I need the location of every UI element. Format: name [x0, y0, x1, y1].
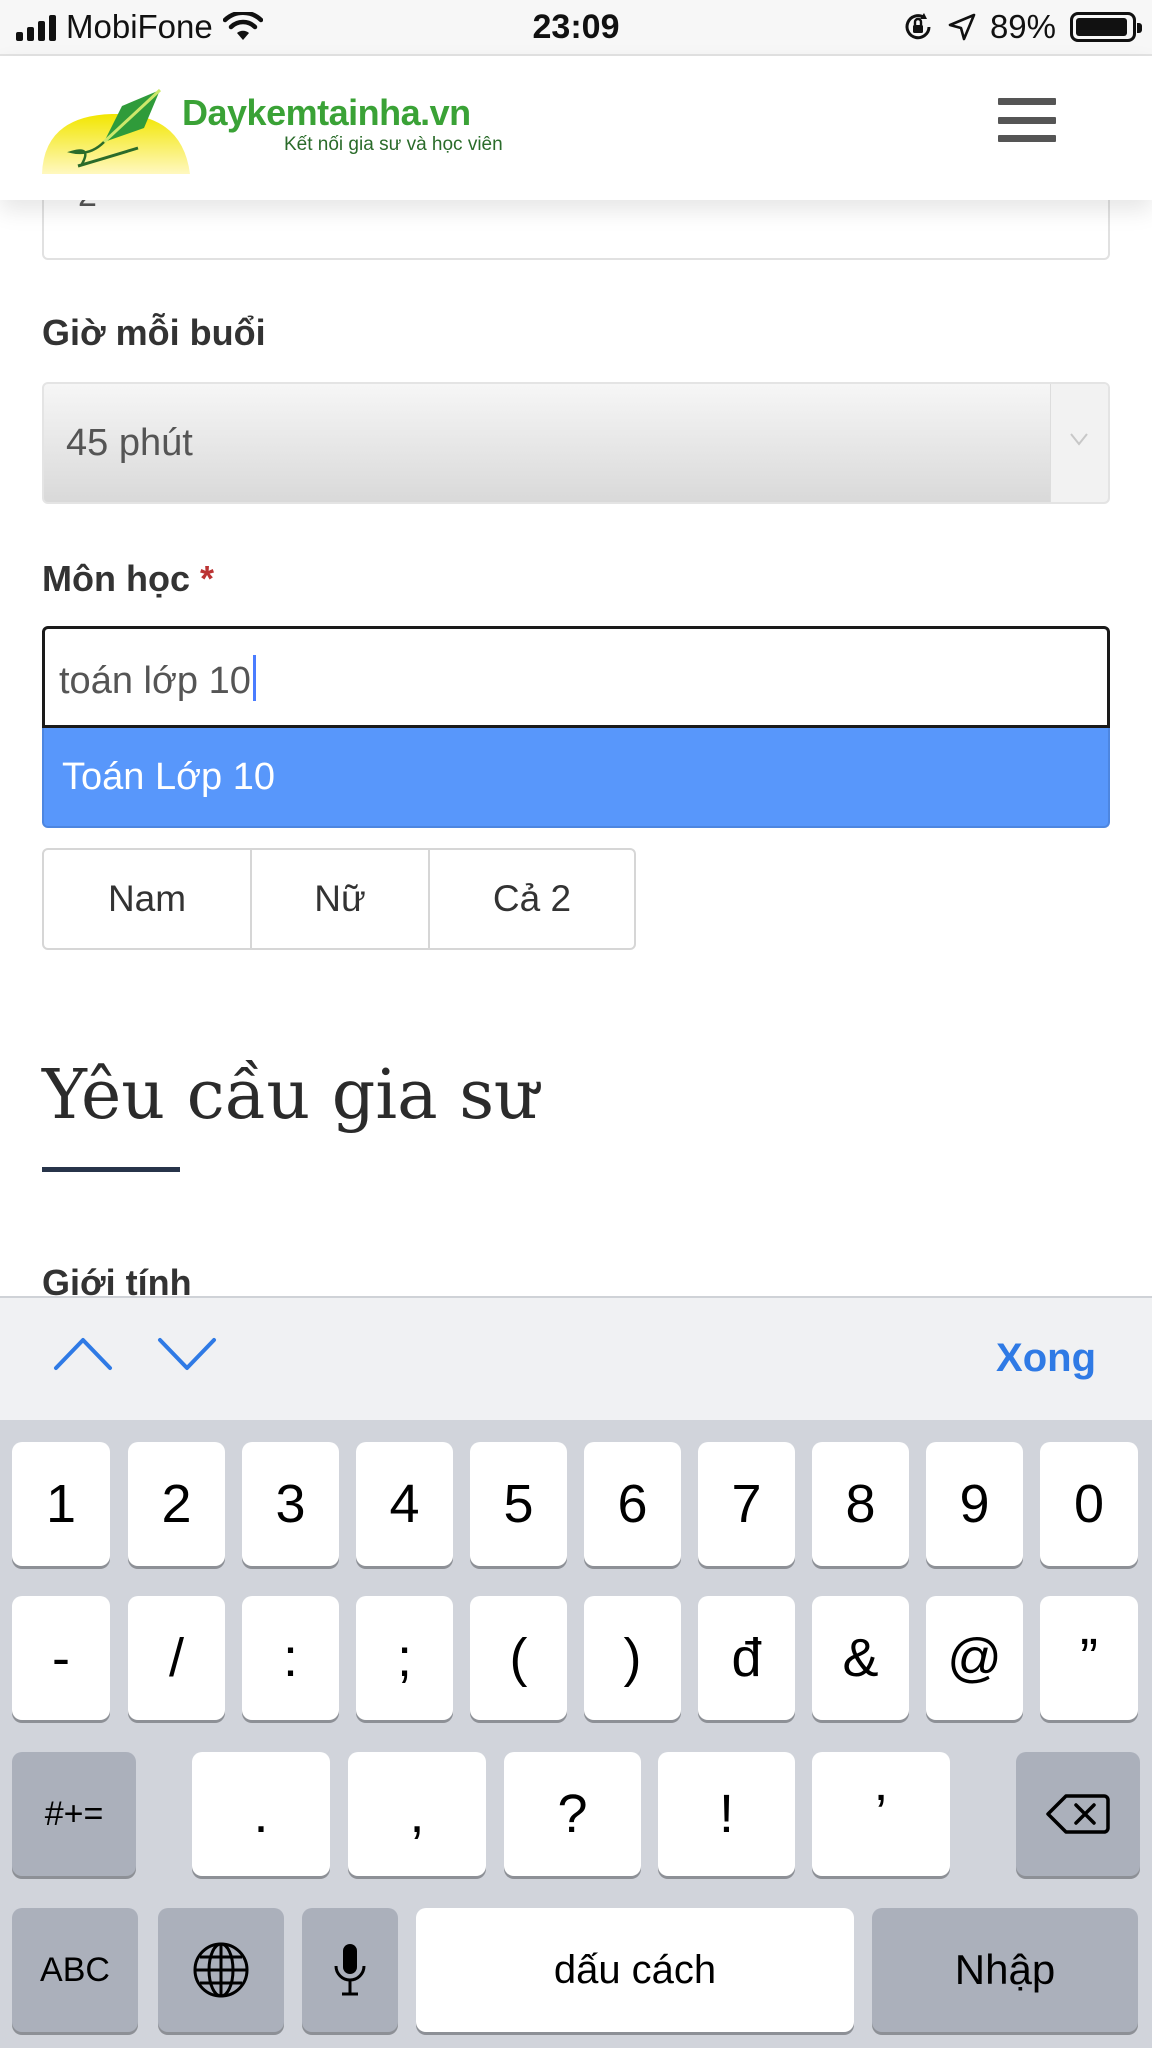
- key-quote[interactable]: ”: [1040, 1596, 1138, 1720]
- status-right: 89%: [902, 8, 1142, 46]
- key-at[interactable]: @: [926, 1596, 1023, 1720]
- chevron-up-icon[interactable]: [52, 1334, 114, 1374]
- menu-icon[interactable]: [998, 98, 1056, 142]
- kite-logo[interactable]: [42, 86, 192, 174]
- key-apostrophe[interactable]: ’: [812, 1752, 950, 1876]
- section-title: Yêu cầu gia sư: [42, 1056, 538, 1135]
- text-cursor: [252, 655, 256, 701]
- key-1[interactable]: 1: [12, 1442, 110, 1566]
- battery-percent: 89%: [989, 8, 1056, 45]
- subject-search-input[interactable]: toán lớp 10: [42, 626, 1110, 728]
- key-3[interactable]: 3: [242, 1442, 339, 1566]
- key-open-paren[interactable]: (: [470, 1596, 567, 1720]
- key-exclamation[interactable]: !: [658, 1752, 795, 1876]
- subject-search-text: toán lớp 10: [59, 655, 256, 703]
- space-key[interactable]: dấu cách: [416, 1908, 854, 2032]
- hours-select[interactable]: 45 phút: [42, 382, 1110, 504]
- key-period[interactable]: .: [192, 1752, 330, 1876]
- key-slash[interactable]: /: [128, 1596, 225, 1720]
- title-underline: [42, 1167, 180, 1172]
- key-question[interactable]: ?: [504, 1752, 641, 1876]
- done-button[interactable]: Xong: [996, 1336, 1096, 1381]
- return-key[interactable]: Nhập: [872, 1908, 1138, 2032]
- key-dash[interactable]: -: [12, 1596, 110, 1720]
- backspace-key[interactable]: [1016, 1752, 1140, 1876]
- key-2[interactable]: 2: [128, 1442, 225, 1566]
- globe-key[interactable]: [158, 1908, 284, 2032]
- chevron-down-icon[interactable]: [156, 1334, 218, 1374]
- site-header: Daykemtainha.vn Kết nối gia sư và học vi…: [0, 56, 1152, 200]
- brand-name[interactable]: Daykemtainha.vn: [182, 92, 471, 134]
- gender-option-male[interactable]: Nam: [44, 850, 252, 948]
- key-comma[interactable]: ,: [348, 1752, 486, 1876]
- gender-segmented-control: Nam Nữ Cả 2: [42, 848, 636, 950]
- key-dong[interactable]: đ: [698, 1596, 795, 1720]
- key-0[interactable]: 0: [1040, 1442, 1138, 1566]
- key-9[interactable]: 9: [926, 1442, 1023, 1566]
- key-8[interactable]: 8: [812, 1442, 909, 1566]
- location-arrow-icon: [948, 13, 976, 41]
- subject-label: Môn học *: [42, 558, 215, 599]
- key-5[interactable]: 5: [470, 1442, 567, 1566]
- select-arrow: [1050, 384, 1108, 502]
- hours-label: Giờ mỗi buổi: [42, 312, 266, 353]
- key-abc[interactable]: ABC: [12, 1908, 138, 2032]
- subject-suggestion-label: Toán Lớp 10: [62, 756, 275, 798]
- gender-option-female[interactable]: Nữ: [252, 850, 430, 948]
- keyboard: 1 2 3 4 5 6 7 8 9 0 - / : ; ( ) đ & @ ” …: [0, 1420, 1152, 2048]
- globe-icon: [193, 1942, 249, 1998]
- key-7[interactable]: 7: [698, 1442, 795, 1566]
- required-marker: *: [200, 558, 215, 599]
- gender-option-both[interactable]: Cả 2: [430, 850, 634, 948]
- key-colon[interactable]: :: [242, 1596, 339, 1720]
- key-4[interactable]: 4: [356, 1442, 453, 1566]
- keyboard-accessory-bar: Xong: [0, 1296, 1152, 1420]
- backspace-icon: [1046, 1794, 1110, 1834]
- chevron-down-icon: [1070, 433, 1088, 446]
- brand-tagline: Kết nối gia sư và học viên: [284, 134, 503, 155]
- microphone-icon: [334, 1944, 366, 1996]
- key-6[interactable]: 6: [584, 1442, 681, 1566]
- subject-suggestion-option[interactable]: Toán Lớp 10: [42, 728, 1110, 828]
- dictation-key[interactable]: [302, 1908, 398, 2032]
- key-close-paren[interactable]: ): [584, 1596, 681, 1720]
- status-bar: MobiFone 23:09 89%: [0, 0, 1152, 56]
- key-ampersand[interactable]: &: [812, 1596, 909, 1720]
- orientation-lock-icon: [905, 13, 931, 40]
- battery-icon: [1070, 12, 1142, 42]
- hours-select-value: 45 phút: [66, 422, 193, 464]
- key-symbols[interactable]: #+=: [12, 1752, 136, 1876]
- key-semicolon[interactable]: ;: [356, 1596, 453, 1720]
